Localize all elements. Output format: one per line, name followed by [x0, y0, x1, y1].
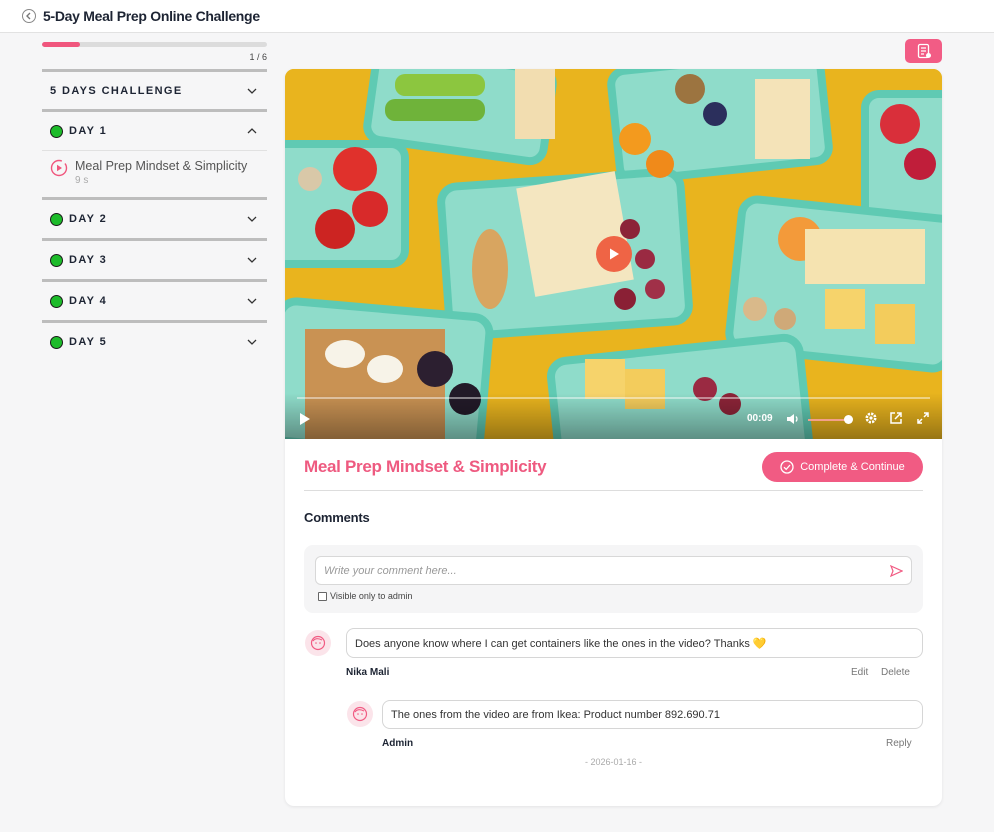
day-3-toggle[interactable]: DAY 3 — [42, 238, 267, 279]
comment-bubble: Does anyone know where I can get contain… — [346, 628, 923, 658]
day-4-toggle[interactable]: DAY 4 — [42, 279, 267, 320]
sidebar: 1 / 6 5 DAYS CHALLENGE DAY 1 Meal Prep M… — [42, 42, 267, 361]
lesson-card: 00:09 Meal Prep Mindset & Simplicity Com… — [285, 69, 942, 806]
back-arrow-icon[interactable] — [22, 9, 36, 23]
video-player[interactable]: 00:09 — [285, 69, 942, 439]
reply-bubble: The ones from the video are from Ikea: P… — [382, 700, 923, 729]
lesson-heading: Meal Prep Mindset & Simplicity — [304, 457, 547, 476]
play-icon[interactable] — [298, 412, 311, 426]
avatar — [347, 701, 373, 727]
avatar — [305, 630, 331, 656]
chevron-down-icon — [247, 88, 257, 94]
comment-author: Nika Mali — [346, 667, 390, 678]
popout-icon[interactable] — [889, 411, 903, 425]
comment-placeholder: Write your comment here... — [324, 564, 457, 577]
lesson-duration: 9 s — [75, 175, 89, 186]
visible-admin-label: Visible only to admin — [330, 591, 413, 601]
day-label: DAY 2 — [69, 213, 108, 225]
course-progress-fill — [42, 42, 80, 47]
face-icon — [352, 706, 368, 722]
day-status-dot — [50, 124, 63, 138]
day-label: DAY 4 — [69, 295, 108, 307]
day-status-dot — [50, 212, 63, 226]
check-circle-icon — [780, 460, 794, 474]
day-status-dot — [50, 335, 63, 349]
volume-icon[interactable] — [785, 411, 801, 427]
video-scrubber[interactable] — [297, 397, 930, 399]
edit-link[interactable]: Edit — [851, 667, 868, 678]
play-circle-icon — [50, 159, 68, 177]
day-5-toggle[interactable]: DAY 5 — [42, 320, 267, 361]
video-controls: 00:09 — [285, 393, 942, 439]
reply-link[interactable]: Reply — [886, 738, 912, 749]
notes-icon — [917, 43, 931, 59]
visible-admin-checkbox[interactable]: Visible only to admin — [318, 591, 412, 601]
day-label: DAY 1 — [69, 125, 108, 137]
chevron-up-icon — [247, 128, 257, 134]
chevron-down-icon — [247, 298, 257, 304]
course-progress-bar — [42, 42, 267, 47]
comments-title: Comments — [304, 510, 370, 525]
play-icon — [610, 248, 619, 260]
chevron-down-icon — [247, 257, 257, 263]
chevron-down-icon — [247, 339, 257, 345]
day-2-toggle[interactable]: DAY 2 — [42, 197, 267, 238]
gear-icon[interactable] — [864, 411, 878, 425]
section-header-challenge[interactable]: 5 DAYS CHALLENGE — [42, 69, 267, 109]
face-icon — [310, 635, 326, 651]
lesson-title: Meal Prep Mindset & Simplicity — [75, 159, 248, 173]
delete-link[interactable]: Delete — [881, 667, 910, 678]
day-label: DAY 3 — [69, 254, 108, 266]
section-title: 5 DAYS CHALLENGE — [50, 84, 183, 97]
send-icon[interactable] — [890, 565, 903, 577]
day-1-toggle[interactable]: DAY 1 — [42, 109, 267, 150]
lesson-header: Meal Prep Mindset & Simplicity Complete … — [304, 451, 923, 491]
chevron-down-icon — [247, 216, 257, 222]
notes-button[interactable] — [905, 39, 942, 63]
play-button-center[interactable] — [596, 236, 632, 272]
course-title: 5-Day Meal Prep Online Challenge — [43, 8, 260, 24]
top-bar: 5-Day Meal Prep Online Challenge — [0, 0, 994, 33]
lesson-item[interactable]: Meal Prep Mindset & Simplicity 9 s — [42, 150, 267, 197]
complete-continue-label: Complete & Continue — [800, 461, 905, 473]
comment-input[interactable]: Write your comment here... — [315, 556, 912, 585]
comment-date: - 2026-01-16 - — [584, 757, 643, 767]
day-status-dot — [50, 294, 63, 308]
volume-handle[interactable] — [844, 415, 853, 424]
checkbox[interactable] — [318, 591, 327, 601]
complete-continue-button[interactable]: Complete & Continue — [762, 452, 923, 482]
comment-composer: Write your comment here... Visible only … — [304, 545, 923, 613]
fullscreen-icon[interactable] — [916, 411, 930, 425]
progress-count: 1 / 6 — [249, 52, 267, 62]
video-time: 00:09 — [747, 413, 773, 424]
day-label: DAY 5 — [69, 336, 108, 348]
day-status-dot — [50, 253, 63, 267]
reply-author: Admin — [382, 738, 414, 749]
